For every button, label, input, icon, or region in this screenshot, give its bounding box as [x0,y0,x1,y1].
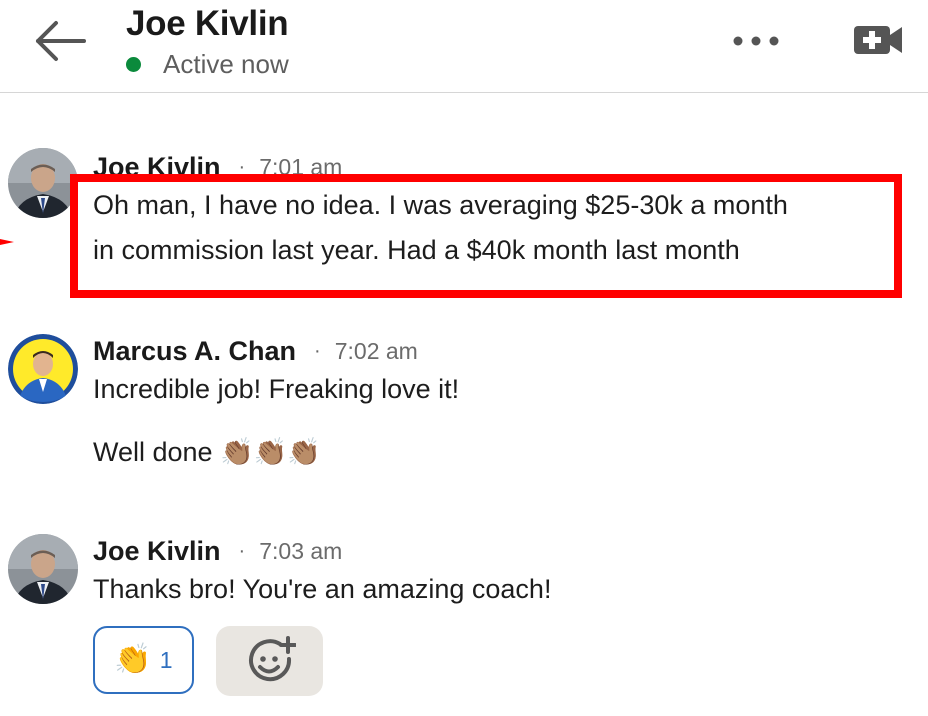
avatar-joe-kivlin[interactable] [8,148,78,218]
online-indicator-icon [126,56,141,72]
add-reaction-button[interactable] [216,626,323,696]
clap-reaction-emoji: 👏 [114,643,152,676]
status-text: Active now [163,48,289,79]
video-call-button[interactable] [848,18,908,62]
conversation-header: Joe Kivlin Active now [0,0,928,93]
profile-photo [8,534,78,604]
message-text-line: Incredible job! Freaking love it! [93,374,460,404]
reaction-count: 1 [159,646,173,673]
message-time: 7:03 am [259,537,343,564]
sender-name[interactable]: Marcus A. Chan [93,336,296,367]
message-text: Well done [93,437,213,467]
clap-reaction-button[interactable]: 👏 1 [93,626,194,694]
highlight-annotation-box [70,174,902,298]
avatar-marcus-chan[interactable] [8,334,78,404]
profile-photo [8,148,78,218]
avatar-joe-kivlin[interactable] [8,534,78,604]
message-text-line: Well done 👏🏽👏🏽👏🏽 [93,430,321,475]
more-options-icon [733,36,779,46]
video-call-icon [854,26,902,54]
separator-dot: · [238,539,246,562]
separator-dot: · [314,339,321,362]
more-options-button[interactable] [726,26,786,56]
message-sender-row: Joe Kivlin · 7:03 am [93,534,342,568]
message-sender-row: Marcus A. Chan · 7:02 am [93,334,418,368]
back-arrow-icon [36,21,86,61]
conversation-title[interactable]: Joe Kivlin [126,4,289,44]
sender-name[interactable]: Joe Kivlin [93,536,221,567]
presence-status: Active now [126,48,289,80]
profile-photo [8,334,78,404]
red-arrow-icon [0,239,14,245]
message-time: 7:02 am [334,337,418,364]
back-button[interactable] [30,16,90,66]
message-text-line: Thanks bro! You're an amazing coach! [93,574,552,604]
add-emoji-icon [248,636,296,682]
clapping-hands-emoji: 👏🏽👏🏽👏🏽 [220,437,321,467]
